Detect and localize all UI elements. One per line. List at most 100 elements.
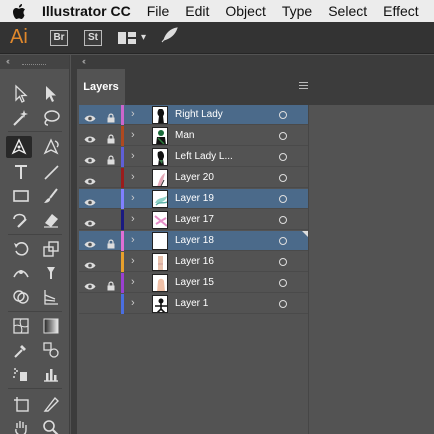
lock-icon[interactable] [107,131,115,144]
target-circle-icon[interactable] [279,279,287,287]
layer-row[interactable]: › Layer 19 [79,189,308,209]
target-circle-icon[interactable] [279,174,287,182]
lock-icon[interactable] [107,173,115,183]
eye-icon[interactable] [84,194,96,206]
target-circle-icon[interactable] [279,195,287,203]
lock-icon[interactable] [107,257,115,267]
column-graph-tool-icon[interactable] [38,363,64,385]
lasso-tool-icon[interactable] [38,107,64,129]
layer-name[interactable]: Layer 19 [175,189,214,209]
gpu-performance-icon[interactable] [160,27,178,48]
chevron-right-icon[interactable]: › [131,192,135,204]
layer-row[interactable]: › Layer 17 [79,210,308,230]
rectangle-tool-icon[interactable] [8,185,34,207]
chevron-right-icon[interactable]: › [131,213,135,225]
layer-row[interactable]: › Layer 16 [79,252,308,272]
chevron-right-icon[interactable]: › [131,150,135,162]
menu-app-name[interactable]: Illustrator CC [38,0,139,22]
symbol-sprayer-tool-icon[interactable] [8,363,34,385]
shaper-tool-icon[interactable] [8,209,34,231]
layer-name[interactable]: Layer 18 [175,231,214,251]
bridge-button[interactable]: Br [50,29,68,46]
tab-layers[interactable]: Layers [77,69,125,105]
eye-icon[interactable] [84,131,96,143]
chevron-right-icon[interactable]: › [131,108,135,120]
zoom-tool-icon[interactable] [38,417,64,434]
lock-icon[interactable] [107,194,115,204]
lock-icon[interactable] [107,215,115,225]
chevron-right-icon[interactable]: › [131,234,135,246]
layer-row[interactable]: › Layer 18 [79,231,308,251]
menu-object[interactable]: Object [217,0,273,22]
layer-row[interactable]: › Left Lady L... [79,147,308,167]
apple-icon[interactable] [0,0,38,22]
target-circle-icon[interactable] [279,111,287,119]
layer-row[interactable]: › Man [79,126,308,146]
direct-selection-tool-icon[interactable] [38,83,64,105]
perspective-grid-tool-icon[interactable] [38,286,64,308]
lock-icon[interactable] [107,152,115,165]
layer-name[interactable]: Layer 17 [175,210,214,230]
gradient-tool-icon[interactable] [38,315,64,337]
layer-name[interactable]: Left Lady L... [175,147,233,167]
eye-icon[interactable] [84,110,96,122]
layer-row[interactable]: › Right Lady [79,105,308,125]
menu-edit[interactable]: Edit [177,0,217,22]
eraser-tool-icon[interactable] [38,209,64,231]
line-segment-tool-icon[interactable] [38,161,64,183]
panel-menu-icon[interactable] [299,82,308,91]
lock-icon[interactable] [107,110,115,123]
menu-file[interactable]: File [139,0,178,22]
scale-tool-icon[interactable] [38,238,64,260]
selection-tool-icon[interactable] [8,83,34,105]
blend-tool-icon[interactable] [38,339,64,361]
chevron-right-icon[interactable]: › [131,129,135,141]
target-circle-icon[interactable] [279,300,287,308]
target-circle-icon[interactable] [279,132,287,140]
type-tool-icon[interactable] [8,161,34,183]
artboard-tool-icon[interactable] [8,393,34,415]
tools-panel-header[interactable]: ‹‹ [0,55,69,69]
width-tool-icon[interactable] [8,262,34,284]
eye-icon[interactable] [84,152,96,164]
eye-icon[interactable] [84,299,96,308]
layer-row[interactable]: › Layer 15 [79,273,308,293]
menu-type[interactable]: Type [274,0,320,22]
pen-tool-icon[interactable] [6,136,32,158]
layer-name[interactable]: Layer 15 [175,273,214,293]
magic-wand-tool-icon[interactable] [8,107,34,129]
chevron-right-icon[interactable]: › [131,276,135,288]
layer-row[interactable]: › Layer 1 [79,294,308,314]
eyedropper-tool-icon[interactable] [8,339,34,361]
lock-icon[interactable] [107,299,115,309]
layer-row[interactable]: › Layer 20 [79,168,308,188]
collapse-icon[interactable]: ‹‹ [82,56,86,66]
eye-icon[interactable] [84,236,96,248]
panel-dock-header[interactable]: ‹‹ [77,55,434,69]
chevron-right-icon[interactable]: › [131,297,135,309]
layer-name[interactable]: Layer 16 [175,252,214,272]
rotate-tool-icon[interactable] [8,238,34,260]
grip-icon[interactable] [22,64,46,66]
layer-name[interactable]: Layer 1 [175,294,208,314]
puppet-warp-tool-icon[interactable] [38,262,64,284]
eye-icon[interactable] [84,257,96,269]
eye-icon[interactable] [84,173,96,185]
chevron-right-icon[interactable]: › [131,255,135,267]
menu-effect[interactable]: Effect [375,0,427,22]
lock-icon[interactable] [107,278,115,291]
stock-button[interactable]: St [84,29,102,46]
paintbrush-tool-icon[interactable] [38,185,64,207]
target-circle-icon[interactable] [279,153,287,161]
layer-name[interactable]: Layer 20 [175,168,214,188]
eye-icon[interactable] [84,215,96,227]
shape-builder-tool-icon[interactable] [8,286,34,308]
layer-name[interactable]: Right Lady [175,105,223,125]
slice-tool-icon[interactable] [38,393,64,415]
collapse-icon[interactable]: ‹‹ [6,56,10,66]
target-circle-icon[interactable] [279,258,287,266]
target-circle-icon[interactable] [279,216,287,224]
hand-tool-icon[interactable] [8,417,34,434]
menu-select[interactable]: Select [320,0,375,22]
chevron-right-icon[interactable]: › [131,171,135,183]
